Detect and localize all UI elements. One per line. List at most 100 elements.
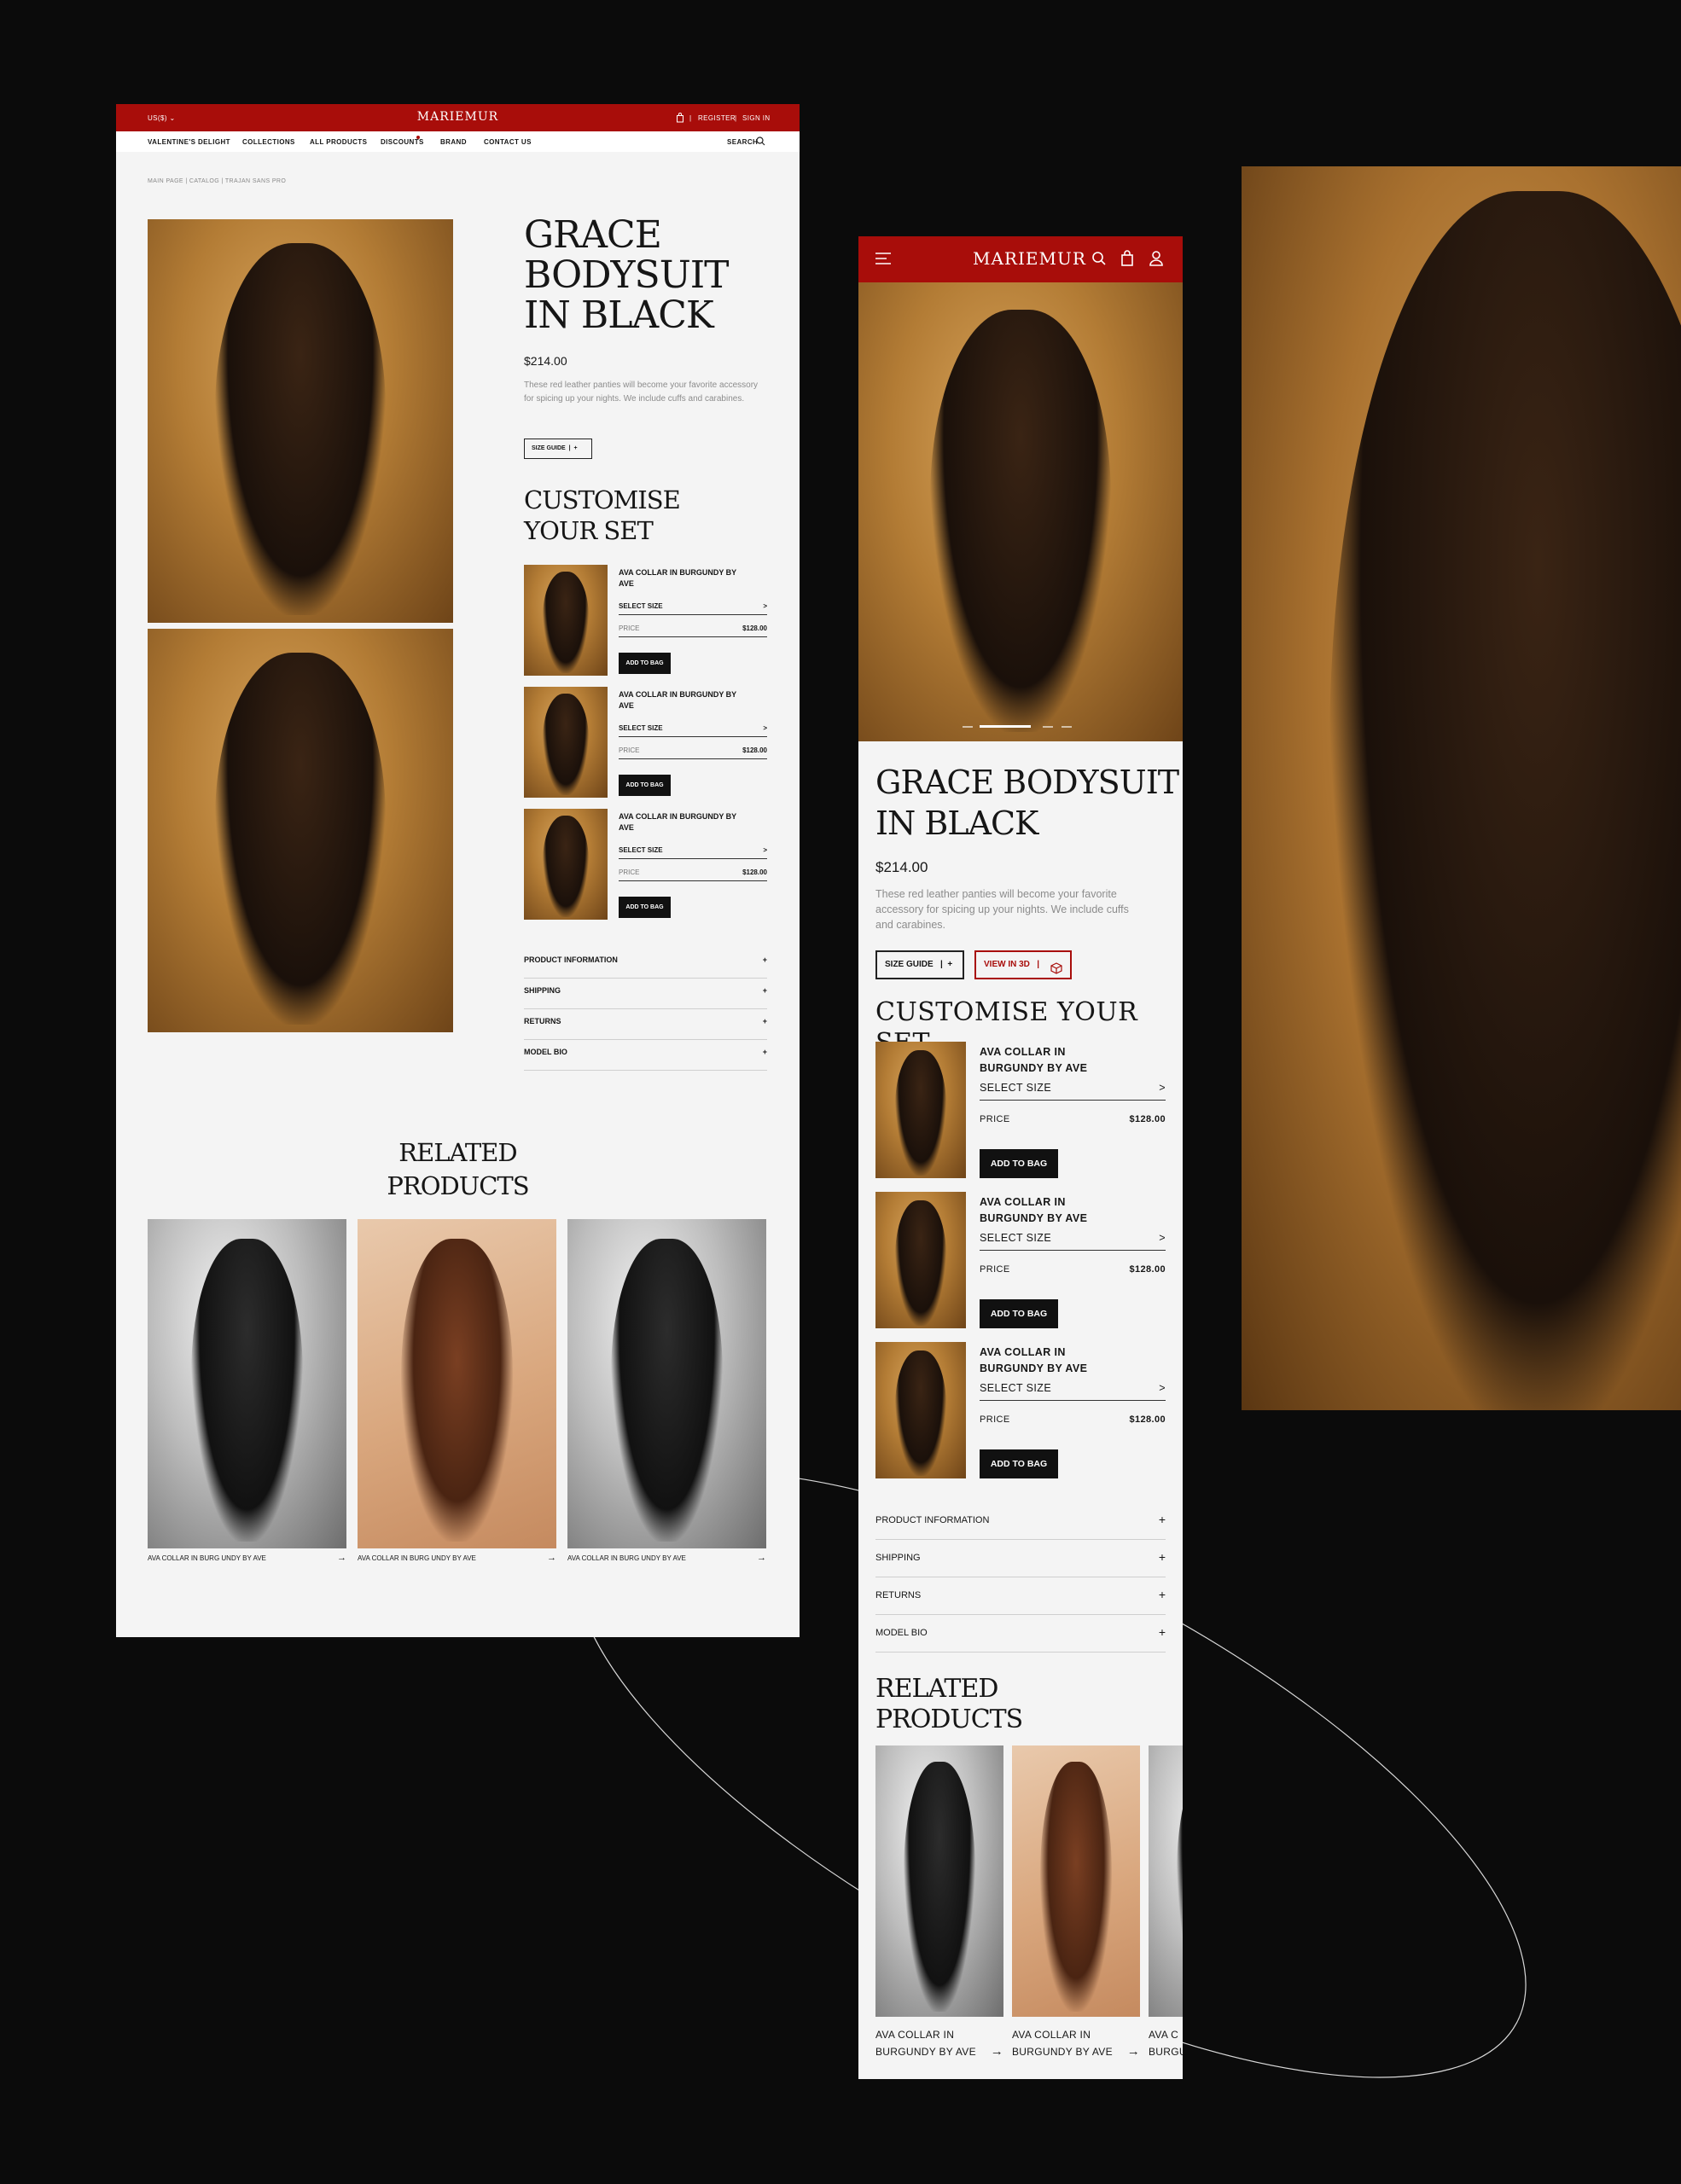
add-to-bag-button[interactable]: ADD TO BAG xyxy=(980,1299,1058,1328)
size-guide-button[interactable]: SIZE GUIDE | + xyxy=(524,439,592,459)
related-product-name-line: BURGUNDY BY AVE xyxy=(1012,2046,1113,2058)
set-item-thumbnail[interactable] xyxy=(524,687,608,798)
related-product-image[interactable] xyxy=(1012,1745,1140,2017)
select-underline xyxy=(980,1400,1166,1401)
divider xyxy=(875,1539,1166,1540)
select-size[interactable]: SELECT SIZE > xyxy=(980,1082,1166,1094)
carousel-indicator[interactable] xyxy=(963,725,1079,728)
related-product-caption[interactable]: AVA COLLAR IN BURG UNDY BY AVE → xyxy=(358,1554,556,1563)
set-item-thumbnail[interactable] xyxy=(524,565,608,676)
plus-icon: + xyxy=(573,445,578,451)
related-product-name-line: AVA COLLAR IN xyxy=(875,2029,955,2041)
related-product-image[interactable] xyxy=(567,1219,766,1548)
view-in-3d-button[interactable]: VIEW IN 3D | xyxy=(974,950,1072,979)
related-product-caption[interactable]: AVA COLLAR IN BURGUNDY BY AVE → xyxy=(875,2026,1003,2060)
add-to-bag-button[interactable]: ADD TO BAG xyxy=(980,1149,1058,1178)
register-link[interactable]: REGISTER xyxy=(698,114,736,122)
menu-icon[interactable] xyxy=(875,252,891,270)
user-icon[interactable] xyxy=(1149,250,1164,271)
chevron-right-icon: > xyxy=(763,846,767,854)
select-size[interactable]: SELECT SIZE > xyxy=(619,724,767,732)
desktop-product-page: US($) ⌄ MARIEMUR | REGISTER | SIGN IN VA… xyxy=(116,104,800,1637)
nav-item-collections[interactable]: COLLECTIONS xyxy=(242,138,295,146)
accordion-returns[interactable]: RETURNS + xyxy=(524,1017,767,1025)
select-size-label: SELECT SIZE xyxy=(980,1082,1052,1094)
set-item-name: AVA COLLAR IN BURGUNDY BY AVE xyxy=(980,1346,1088,1374)
brand-logo[interactable]: MARIEMUR xyxy=(973,248,1086,269)
mobile-product-photo[interactable] xyxy=(858,282,1183,741)
price-underline xyxy=(619,636,767,637)
bag-icon[interactable] xyxy=(1120,250,1134,271)
nav-item-brand[interactable]: BRAND xyxy=(440,138,467,146)
add-to-bag-button[interactable]: ADD TO BAG xyxy=(619,775,671,796)
related-heading: RELATED PRODUCTS xyxy=(387,1138,529,1200)
price-label: PRICE xyxy=(980,1414,1010,1425)
size-guide-button[interactable]: SIZE GUIDE | + xyxy=(875,950,964,979)
select-size[interactable]: SELECT SIZE > xyxy=(980,1382,1166,1394)
nav-item-discounts[interactable]: DISCOUNTS xyxy=(381,138,424,146)
accordion-shipping[interactable]: SHIPPING + xyxy=(524,986,767,995)
select-size[interactable]: SELECT SIZE > xyxy=(619,602,767,610)
related-product-image[interactable] xyxy=(148,1219,346,1548)
accordion-label: MODEL BIO xyxy=(524,1048,567,1056)
accordion-returns[interactable]: RETURNS + xyxy=(875,1589,1166,1600)
set-item: AVA COLLAR IN BURGUNDY BY AVE SELECT SIZ… xyxy=(875,1042,1166,1180)
price-value: $128.00 xyxy=(742,746,767,754)
product-description: These red leather panties will become yo… xyxy=(875,888,1129,931)
product-photo-back xyxy=(148,629,453,1032)
related-product-caption[interactable]: AVA COLLAR IN BURG UNDY BY AVE → xyxy=(148,1554,346,1563)
chevron-right-icon: > xyxy=(1159,1232,1166,1244)
accordion-product-information[interactable]: PRODUCT INFORMATION + xyxy=(875,1513,1166,1525)
select-underline xyxy=(619,614,767,615)
brand-logo[interactable]: MARIEMUR xyxy=(116,110,800,124)
nav-item-valentines[interactable]: VALENTINE'S DELIGHT xyxy=(148,138,230,146)
accordion-model-bio[interactable]: MODEL BIO + xyxy=(875,1626,1166,1638)
accordion-label: RETURNS xyxy=(875,1590,922,1600)
search-icon[interactable] xyxy=(756,136,765,148)
carousel-dot-active[interactable] xyxy=(980,725,1031,728)
cube-icon xyxy=(1050,960,1062,985)
desktop-nav: VALENTINE'S DELIGHT COLLECTIONS ALL PROD… xyxy=(116,131,800,152)
add-to-bag-button[interactable]: ADD TO BAG xyxy=(980,1449,1058,1478)
related-product-image[interactable] xyxy=(875,1745,1003,2017)
nav-item-contact[interactable]: CONTACT US xyxy=(484,138,532,146)
related-product-image[interactable] xyxy=(358,1219,556,1548)
select-size[interactable]: SELECT SIZE > xyxy=(980,1232,1166,1244)
nav-item-all-products[interactable]: ALL PRODUCTS xyxy=(310,138,367,146)
arrow-right-icon: → xyxy=(1126,2044,1140,2059)
carousel-dot[interactable] xyxy=(963,726,973,728)
carousel-dot[interactable] xyxy=(1062,726,1072,728)
divider xyxy=(524,1070,767,1071)
price-row: PRICE $128.00 xyxy=(980,1114,1166,1124)
select-size-label: SELECT SIZE xyxy=(619,602,663,610)
accordion-shipping[interactable]: SHIPPING + xyxy=(875,1551,1166,1563)
related-product-caption[interactable]: AVA COLLAR IN BURG UNDY BY AVE → xyxy=(567,1553,766,1563)
set-item-thumbnail[interactable] xyxy=(875,1342,966,1478)
product-title: GRACE BODYSUIT IN BLACK xyxy=(524,213,729,337)
set-item-name: AVA COLLAR IN BURGUNDY BY AVE xyxy=(619,812,737,832)
select-size[interactable]: SELECT SIZE > xyxy=(619,846,767,854)
select-underline xyxy=(619,736,767,737)
arrow-right-icon: → xyxy=(990,2044,1003,2059)
size-guide-label: SIZE GUIDE xyxy=(532,445,566,451)
related-product-caption[interactable]: AVA C BURGU xyxy=(1149,2026,1183,2060)
related-product-caption[interactable]: AVA COLLAR IN BURGUNDY BY AVE → xyxy=(1012,2026,1140,2060)
view-in-3d-label: VIEW IN 3D xyxy=(984,960,1030,969)
set-item-thumbnail[interactable] xyxy=(524,809,608,920)
set-item-thumbnail[interactable] xyxy=(875,1042,966,1178)
set-item-thumbnail[interactable] xyxy=(875,1192,966,1328)
search-link[interactable]: SEARCH xyxy=(727,138,758,146)
add-to-bag-button[interactable]: ADD TO BAG xyxy=(619,897,671,918)
arrow-right-icon: → xyxy=(757,1553,766,1563)
price-row: PRICE $128.00 xyxy=(619,746,767,754)
carousel-dot[interactable] xyxy=(1043,726,1053,728)
accordion-product-information[interactable]: PRODUCT INFORMATION + xyxy=(524,956,767,964)
add-to-bag-button[interactable]: ADD TO BAG xyxy=(619,653,671,674)
related-product-image[interactable] xyxy=(1149,1745,1183,2017)
bag-icon[interactable] xyxy=(676,112,684,127)
accordion-model-bio[interactable]: MODEL BIO + xyxy=(524,1048,767,1056)
sign-in-link[interactable]: SIGN IN xyxy=(742,114,771,122)
accordion-label: SHIPPING xyxy=(875,1553,921,1563)
chevron-right-icon: > xyxy=(1159,1382,1166,1394)
search-icon[interactable] xyxy=(1091,251,1107,270)
